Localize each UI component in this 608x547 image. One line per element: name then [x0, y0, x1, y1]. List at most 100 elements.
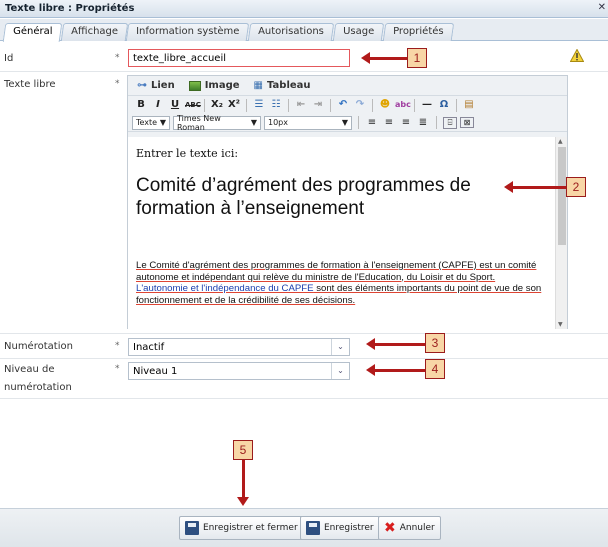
chevron-down-icon[interactable]: ⌄	[331, 363, 349, 379]
size-select[interactable]: 10px ▼	[264, 115, 352, 130]
toolbar-separator	[436, 116, 437, 129]
content-link[interactable]: L'autonomie et l'indépendance du CAPFE	[136, 283, 314, 294]
insert-link-button[interactable]: ⊶ Lien	[134, 77, 178, 95]
scroll-up-icon[interactable]: ▲	[558, 138, 563, 145]
numbered-list-icon[interactable]: ☷	[269, 98, 283, 112]
image-icon	[188, 80, 201, 91]
insert-table-button[interactable]: ▦ Tableau	[251, 77, 314, 95]
editor-content-area[interactable]: Entrer le texte ici: Comité d’agrément d…	[128, 137, 557, 329]
callout-arrow-5	[237, 460, 249, 506]
horizontal-rule-icon[interactable]: —	[420, 98, 434, 112]
toolbar-separator	[358, 116, 359, 129]
link-icon: ⊶	[137, 80, 147, 91]
bold-icon[interactable]: B	[134, 98, 148, 112]
undo-icon[interactable]: ↶	[336, 98, 350, 112]
callout-arrow-4	[366, 364, 425, 376]
callout-1: 1	[407, 48, 427, 68]
close-icon[interactable]: ✕	[598, 2, 606, 13]
row-divider	[0, 71, 608, 72]
chevron-down-icon: ▼	[159, 118, 166, 127]
cancel-button[interactable]: ✖ Annuler	[378, 516, 441, 540]
required-mark: *	[115, 53, 120, 63]
tab-usage[interactable]: Usage	[332, 23, 385, 41]
toolbar-separator	[204, 98, 205, 112]
toolbar-separator	[288, 98, 289, 112]
required-mark: *	[115, 341, 120, 351]
scroll-thumb[interactable]	[558, 147, 566, 245]
callout-arrow-2	[504, 181, 566, 193]
outdent-icon[interactable]: ⇤	[294, 98, 308, 112]
emoticon-icon[interactable]: ☻	[378, 98, 392, 112]
editor-font-toolbar: Texte ▼ Times New Roman ▼ 10px ▼ ≡ ≡ ≡ ≣ ⌹ …	[128, 114, 567, 132]
redo-icon[interactable]: ↷	[353, 98, 367, 112]
row-divider	[0, 398, 608, 399]
toolbar-separator	[246, 98, 247, 112]
required-mark: *	[115, 79, 120, 89]
callout-3: 3	[425, 333, 445, 353]
insert-image-button[interactable]: Image	[186, 77, 243, 95]
callout-arrow-1	[361, 52, 407, 64]
cancel-icon: ✖	[384, 520, 396, 536]
save-icon	[185, 521, 199, 535]
content-heading: Comité d’agrément des programmes de form…	[136, 175, 471, 219]
niveau-select[interactable]: Niveau 1 ⌄	[128, 362, 350, 380]
chevron-down-icon: ▼	[250, 118, 257, 127]
toolbar-separator	[372, 98, 373, 112]
editor-scrollbar[interactable]: ▲ ▼	[555, 137, 567, 329]
button-bar: Enregistrer et fermer Enregistrer ✖ Annu…	[0, 508, 608, 547]
justify-icon[interactable]: ≣	[416, 117, 430, 128]
callout-5: 5	[233, 440, 253, 460]
tab-information-systeme[interactable]: Information système	[125, 23, 250, 41]
chevron-down-icon: ▼	[341, 118, 348, 127]
table-icon: ▦	[253, 80, 263, 91]
bullet-list-icon[interactable]: ☰	[252, 98, 266, 112]
texte-libre-label: Texte libre	[4, 79, 56, 90]
fullscreen-icon[interactable]: ⊠	[460, 117, 474, 128]
toolbar-separator	[330, 98, 331, 112]
indent-icon[interactable]: ⇥	[311, 98, 325, 112]
callout-4: 4	[425, 359, 445, 379]
numerotation-select[interactable]: Inactif ⌄	[128, 338, 350, 356]
save-close-button[interactable]: Enregistrer et fermer	[179, 516, 304, 540]
id-input[interactable]	[128, 49, 350, 67]
warning-icon	[570, 49, 584, 62]
save-icon	[306, 521, 320, 535]
tab-general[interactable]: Général	[2, 23, 63, 42]
numerotation-label: Numérotation	[4, 341, 73, 352]
toolbar-separator	[414, 98, 415, 112]
special-char-icon[interactable]: Ω	[437, 98, 451, 112]
superscript-icon[interactable]: X²	[227, 98, 241, 112]
underline-icon[interactable]: U	[168, 98, 182, 112]
tab-affichage[interactable]: Affichage	[60, 23, 129, 41]
strikethrough-icon[interactable]: ABC	[185, 98, 201, 112]
font-select[interactable]: Times New Roman ▼	[173, 114, 261, 132]
content-paragraph: Le Comité d'agrément des programmes de f…	[136, 260, 542, 306]
window-title: Texte libre : Propriétés	[5, 3, 135, 14]
tab-bar: Général Affichage Information système Au…	[0, 19, 608, 42]
align-center-icon[interactable]: ≡	[382, 117, 396, 128]
scroll-down-icon[interactable]: ▼	[558, 321, 563, 328]
tab-proprietes[interactable]: Propriétés	[382, 23, 454, 41]
save-button[interactable]: Enregistrer	[300, 516, 380, 540]
row-divider	[0, 358, 608, 359]
editor-format-toolbar: B I U ABC X₂ X² ☰ ☷ ⇤ ⇥ ↶ ↷ ☻ abc — Ω ▤	[128, 96, 567, 114]
callout-arrow-3	[366, 338, 425, 350]
intro-text: Entrer le texte ici:	[136, 147, 239, 160]
callout-2: 2	[566, 177, 586, 197]
italic-icon[interactable]: I	[151, 98, 165, 112]
toolbar-separator	[456, 98, 457, 112]
align-left-icon[interactable]: ≡	[365, 117, 379, 128]
required-mark: *	[115, 364, 120, 374]
niveau-label-line1: Niveau de	[4, 364, 55, 375]
niveau-label-line2: numérotation	[4, 382, 72, 393]
style-select[interactable]: Texte ▼	[132, 115, 170, 130]
subscript-icon[interactable]: X₂	[210, 98, 224, 112]
source-code-icon[interactable]: ⌹	[443, 116, 457, 129]
paste-icon[interactable]: ▤	[462, 98, 476, 112]
rich-text-editor: ⊶ Lien Image ▦ Tableau B I U ABC X₂ X² ☰…	[127, 75, 568, 329]
tab-autorisations[interactable]: Autorisations	[247, 23, 335, 41]
spellcheck-icon[interactable]: abc	[395, 98, 411, 112]
align-right-icon[interactable]: ≡	[399, 117, 413, 128]
editor-insert-toolbar: ⊶ Lien Image ▦ Tableau	[128, 76, 567, 96]
chevron-down-icon[interactable]: ⌄	[331, 339, 349, 355]
